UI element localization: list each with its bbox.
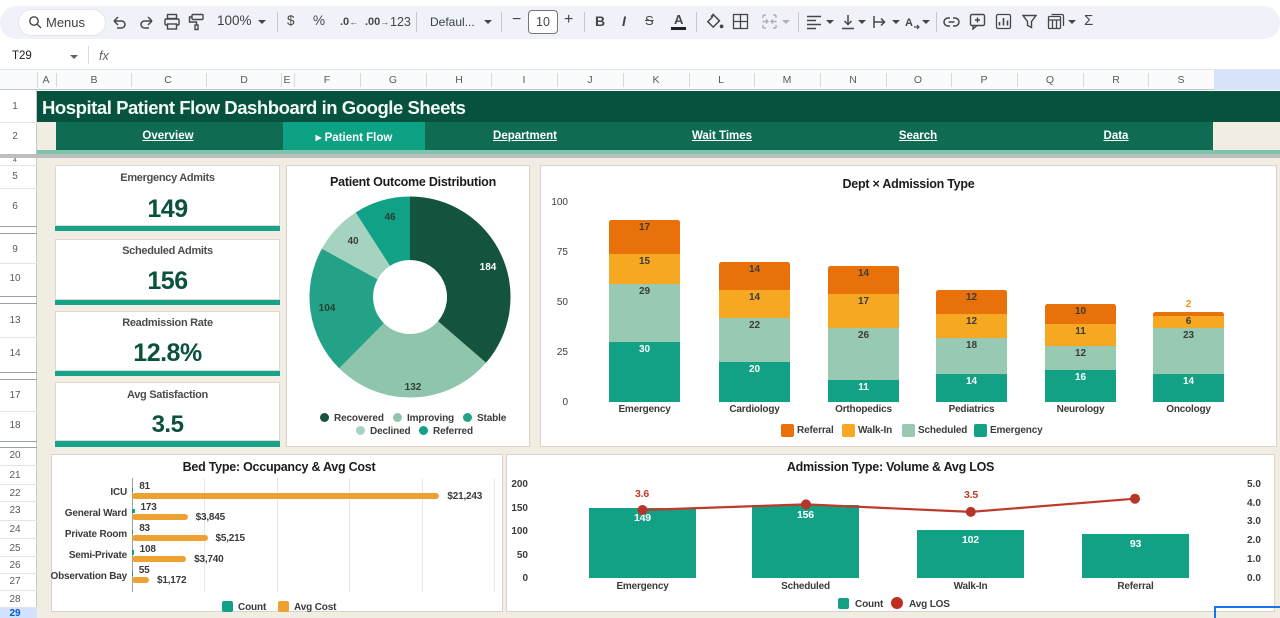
svg-text:A: A [905,17,913,29]
svg-text:184: 184 [480,262,497,273]
svg-text:132: 132 [405,382,422,393]
svg-text:104: 104 [319,303,336,314]
svg-text:46: 46 [384,212,396,223]
svg-text:40: 40 [347,236,359,247]
